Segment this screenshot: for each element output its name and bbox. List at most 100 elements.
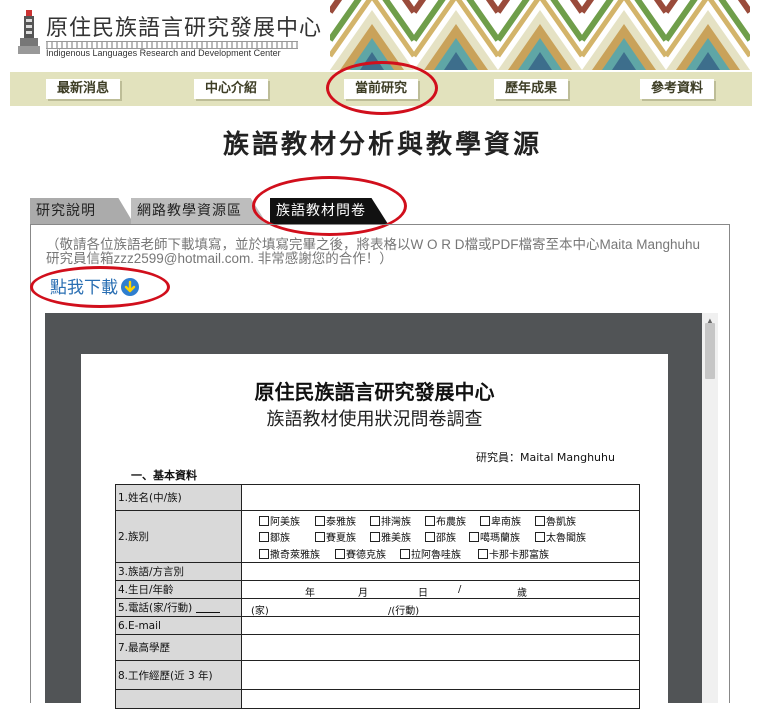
tribe-option: 賽夏族 xyxy=(315,529,356,544)
form-row-birthday: 4.生日/年齡 年 月 日 / 歲 xyxy=(115,580,640,599)
phone-mobile-label: /(行動) xyxy=(388,606,420,617)
option-label: 賽德克族 xyxy=(346,550,386,561)
checkbox-icon xyxy=(535,532,545,542)
form-row-name: 1.姓名(中/族) xyxy=(115,484,640,511)
option-label: 拉阿魯哇族 xyxy=(411,550,461,561)
birthday-month-label: 月 xyxy=(358,588,368,599)
viewer-scrollbar[interactable]: ▲ xyxy=(702,313,718,703)
checkbox-icon xyxy=(259,532,269,542)
tribe-options: 阿美族 泰雅族 排灣族 布農族 卑南族 魯凱族 鄒族 賽夏族 雅美族 邵族 噶瑪… xyxy=(243,511,639,562)
checkbox-icon xyxy=(259,549,269,559)
document-researcher: 研究員：Maital Manghuhu xyxy=(476,451,615,464)
checkbox-icon xyxy=(315,516,325,526)
page-title: 族語教材分析與教學資源 xyxy=(222,130,542,160)
option-label: 鄒族 xyxy=(270,533,290,544)
center-logo-icon[interactable] xyxy=(18,10,44,54)
nav-item-achievements[interactable]: 歷年成果 xyxy=(494,79,568,99)
nav-item-references[interactable]: 參考資料 xyxy=(640,79,714,99)
document-title: 原住民族語言研究發展中心 xyxy=(254,380,495,404)
tribe-option: 鄒族 xyxy=(259,529,290,544)
phone-home-label: (家) xyxy=(251,606,269,617)
document-subtitle: 族語教材使用狀況問卷調查 xyxy=(266,409,483,430)
form-value xyxy=(243,617,639,634)
tribe-option: 拉阿魯哇族 xyxy=(400,546,461,561)
checkbox-icon xyxy=(480,516,490,526)
option-label: 布農族 xyxy=(436,517,466,528)
option-label: 泰雅族 xyxy=(326,517,356,528)
tribe-option: 泰雅族 xyxy=(315,513,356,528)
option-label: 魯凱族 xyxy=(546,517,576,528)
document-page: 原住民族語言研究發展中心 族語教材使用狀況問卷調查 研究員：Maital Man… xyxy=(81,354,668,709)
tab-online-resources[interactable]: 網路教學資源區 xyxy=(131,198,267,224)
form-row-phone: 5.電話(家/行動) (家) /(行動) xyxy=(115,598,640,617)
birthday-year-label: 年 xyxy=(305,588,315,599)
form-label: 1.姓名(中/族) xyxy=(116,485,242,510)
form-value: 年 月 日 / 歲 xyxy=(243,581,639,599)
birthday-separator: / xyxy=(458,584,462,595)
option-label: 太魯閣族 xyxy=(546,533,586,544)
form-row-dialect: 3.族語/方言別 xyxy=(115,562,640,581)
site-title[interactable]: 原住民族語言研究發展中心 xyxy=(46,10,322,42)
form-row-email: 6.E-mail xyxy=(115,616,640,635)
tab-research-description[interactable]: 研究說明 xyxy=(30,198,134,224)
form-row-work-experience: 8.工作經歷(近 3 年) xyxy=(115,660,640,690)
label-underline xyxy=(196,603,221,613)
tribe-option: 阿美族 xyxy=(259,513,300,528)
checkbox-icon xyxy=(478,549,488,559)
form-value xyxy=(243,690,639,708)
form-label xyxy=(116,690,242,708)
form-label: 5.電話(家/行動) xyxy=(116,599,242,616)
form-value xyxy=(243,485,639,510)
checkbox-icon xyxy=(370,516,380,526)
option-label: 賽夏族 xyxy=(326,533,356,544)
checkbox-icon xyxy=(425,516,435,526)
form-label: 2.族別 xyxy=(116,511,242,562)
site-header: 原住民族語言研究發展中心 Indigenous Languages Resear… xyxy=(0,0,765,70)
form-row-education: 7.最高學歷 xyxy=(115,634,640,661)
checkbox-icon xyxy=(535,516,545,526)
checkbox-icon xyxy=(370,532,380,542)
option-label: 阿美族 xyxy=(270,517,300,528)
annotation-circle-download xyxy=(30,266,170,308)
option-label: 雅美族 xyxy=(381,533,411,544)
form-value: (家) /(行動) xyxy=(243,599,639,617)
tribe-option: 卡那卡那富族 xyxy=(478,546,549,561)
nav-item-about[interactable]: 中心介紹 xyxy=(194,79,268,99)
annotation-circle-nav xyxy=(326,61,438,115)
nav-item-news[interactable]: 最新消息 xyxy=(46,79,120,99)
option-label: 卑南族 xyxy=(491,517,521,528)
tribe-option: 雅美族 xyxy=(370,529,411,544)
tribe-option: 噶瑪蘭族 xyxy=(469,529,520,544)
checkbox-icon xyxy=(400,549,410,559)
site-subtitle: Indigenous Languages Research and Develo… xyxy=(46,48,281,58)
option-label: 邵族 xyxy=(436,533,456,544)
form-label: 8.工作經歷(近 3 年) xyxy=(116,661,242,689)
tribe-option: 排灣族 xyxy=(370,513,411,528)
document-section-heading: 一、基本資料 xyxy=(131,469,197,482)
tribe-option: 卑南族 xyxy=(480,513,521,528)
tribe-option: 布農族 xyxy=(425,513,466,528)
form-row-tribe: 2.族別 阿美族 泰雅族 排灣族 布農族 卑南族 魯凱族 鄒族 賽夏族 雅美族 … xyxy=(115,510,640,563)
form-value xyxy=(243,661,639,689)
download-notice: （敬請各位族語老師下載填寫，並於填寫完畢之後，將表格以W O R D檔或PDF檔… xyxy=(46,237,701,266)
checkbox-icon xyxy=(315,532,325,542)
checkbox-icon xyxy=(425,532,435,542)
option-label: 噶瑪蘭族 xyxy=(480,533,520,544)
checkbox-icon xyxy=(335,549,345,559)
form-label: 3.族語/方言別 xyxy=(116,563,242,580)
tribe-option: 邵族 xyxy=(425,529,456,544)
option-label: 撒奇萊雅族 xyxy=(270,550,320,561)
age-label: 歲 xyxy=(517,588,527,599)
form-value xyxy=(243,635,639,660)
tribe-option: 太魯閣族 xyxy=(535,529,586,544)
tribe-option: 賽德克族 xyxy=(335,546,386,561)
form-value xyxy=(243,563,639,580)
checkbox-icon xyxy=(469,532,479,542)
scrollbar-thumb[interactable] xyxy=(705,323,715,379)
form-label: 6.E-mail xyxy=(116,617,242,634)
option-label: 卡那卡那富族 xyxy=(489,550,549,561)
birthday-day-label: 日 xyxy=(418,588,428,599)
woven-pattern-banner xyxy=(330,0,750,70)
form-label: 7.最高學歷 xyxy=(116,635,242,660)
form-label-text: 5.電話(家/行動) xyxy=(118,602,193,614)
